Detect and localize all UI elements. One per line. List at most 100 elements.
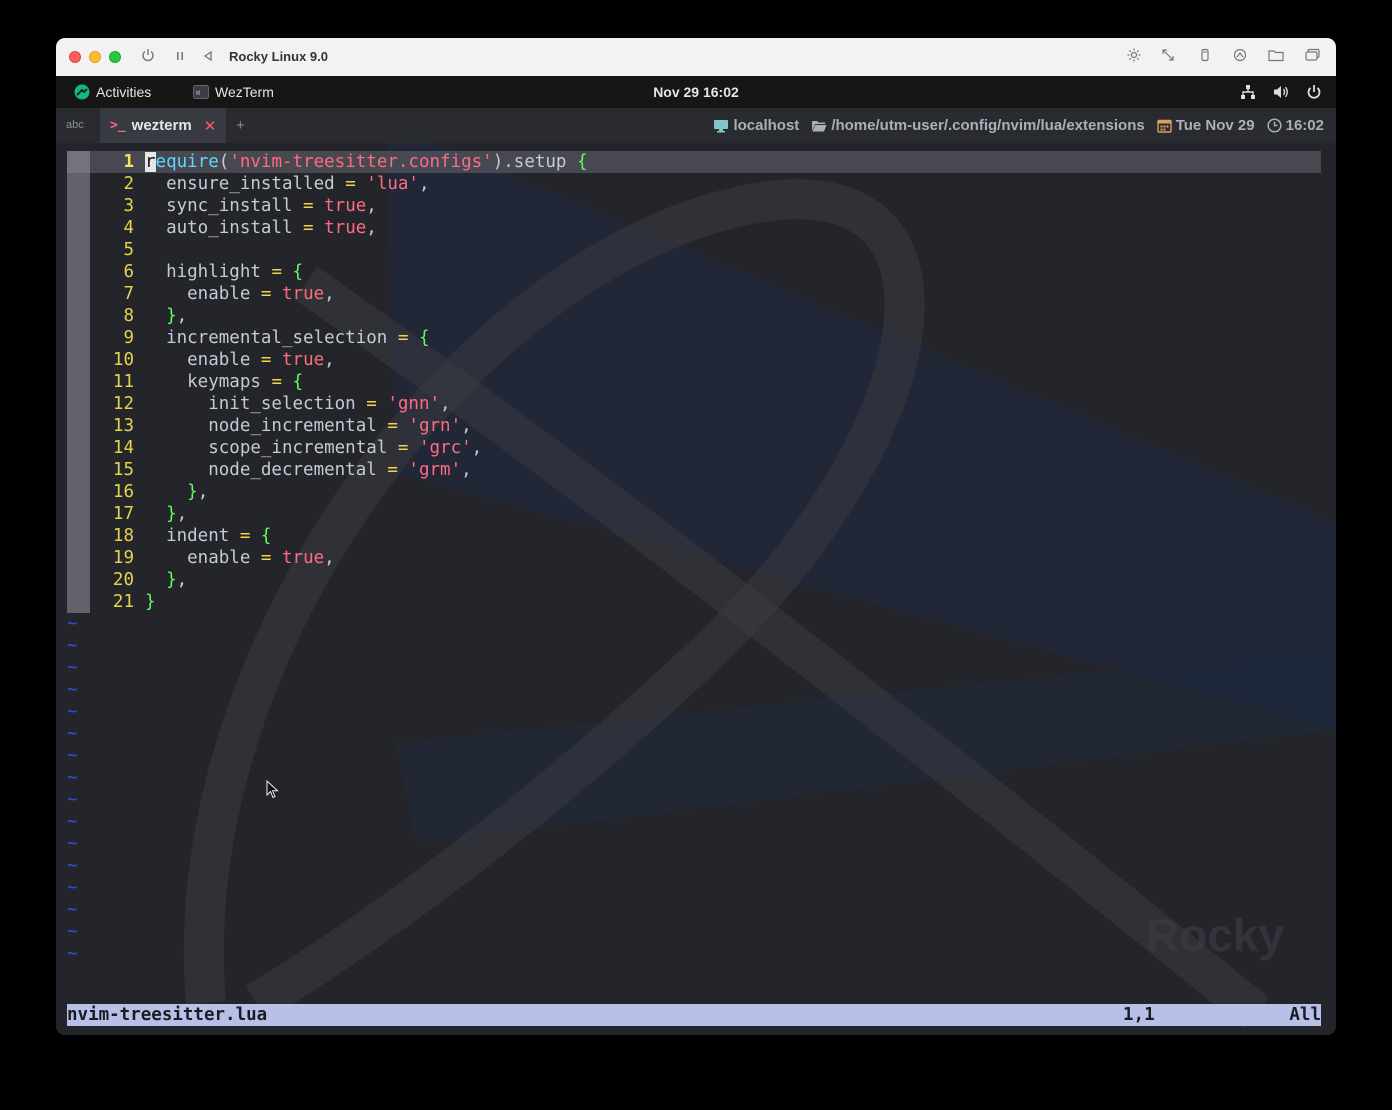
buffer-line[interactable]: 16 }, (67, 481, 1321, 503)
empty-line-marker: ~ (67, 702, 78, 722)
statusline-scroll: All (1289, 1005, 1321, 1025)
buffer-line[interactable]: 11 keymaps = { (67, 371, 1321, 393)
app-menu[interactable]: W WezTerm (193, 76, 274, 108)
line-code: }, (166, 570, 188, 590)
system-tray[interactable] (1240, 76, 1322, 108)
empty-line-marker: ~ (67, 746, 78, 766)
sign-column (67, 393, 90, 415)
sign-column (67, 569, 90, 591)
terminal-pane[interactable]: Rocky 1 require('nvim-treesitter.configs'… (56, 143, 1336, 1035)
nvim-buffer[interactable]: 1 require('nvim-treesitter.configs').setu… (67, 151, 1321, 965)
input-mode-indicator: abc (66, 119, 84, 131)
vm-window: Rocky Linux 9.0 Activities W WezTerm Nov… (56, 38, 1336, 1035)
line-number: 9 (123, 328, 134, 348)
sign-column (67, 349, 90, 371)
line-code: enable = true, (145, 284, 335, 304)
app-name: WezTerm (215, 84, 274, 100)
tab-close-button[interactable]: ✕ (204, 117, 217, 135)
share-icon[interactable] (1230, 47, 1250, 67)
sign-column (67, 415, 90, 437)
line-code: }, (166, 306, 188, 326)
buffer-line[interactable]: 15 node_decremental = 'grm', (67, 459, 1321, 481)
empty-line-marker: ~ (67, 834, 78, 854)
folder-icon[interactable] (1266, 47, 1286, 67)
empty-line-marker: ~ (67, 878, 78, 898)
minimize-window-button[interactable] (89, 51, 101, 63)
line-number: 18 (112, 526, 134, 546)
clock[interactable]: Nov 29 16:02 (616, 76, 776, 108)
buffer-line[interactable]: 1 require('nvim-treesitter.configs').setu… (67, 151, 1321, 173)
buffer-line[interactable]: 19 enable = true, (67, 547, 1321, 569)
empty-line-marker: ~ (67, 812, 78, 832)
activities-button[interactable]: Activities (74, 76, 151, 108)
rocky-logo-icon (74, 84, 90, 100)
sign-column (67, 459, 90, 481)
power-icon (1307, 85, 1321, 99)
sign-column (67, 195, 90, 217)
terminal-prompt-icon: >_ (110, 118, 126, 133)
new-tab-button[interactable]: + (236, 108, 245, 143)
brightness-icon[interactable] (1124, 47, 1144, 67)
line-code: ensure_installed = 'lua', (145, 174, 430, 194)
line-code: enable = true, (145, 350, 335, 370)
sign-column (67, 437, 90, 459)
buffer-line[interactable]: 4 auto_install = true, (67, 217, 1321, 239)
line-number: 7 (123, 284, 134, 304)
buffer-line[interactable]: 20 }, (67, 569, 1321, 591)
empty-line-marker: ~ (67, 680, 78, 700)
line-code: indent = { (145, 526, 272, 546)
status-time: 16:02 (1285, 117, 1324, 134)
monitor-icon (714, 119, 729, 132)
buffer-line[interactable]: 10 enable = true, (67, 349, 1321, 371)
sign-column (67, 239, 90, 261)
usb-icon[interactable] (1195, 47, 1215, 67)
buffer-line[interactable]: 14 scope_incremental = 'grc', (67, 437, 1321, 459)
sign-column (67, 217, 90, 239)
sign-column (67, 525, 90, 547)
line-code: auto_install = true, (145, 218, 377, 238)
tab-wezterm[interactable]: >_ wezterm ✕ (100, 108, 227, 143)
buffer-line[interactable]: 21} (67, 591, 1321, 613)
line-number: 17 (112, 504, 134, 524)
sign-column (67, 327, 90, 349)
back-icon[interactable] (198, 47, 218, 67)
activities-label: Activities (96, 84, 152, 100)
buffer-line[interactable]: 3 sync_install = true, (67, 195, 1321, 217)
buffer-line[interactable]: 6 highlight = { (67, 261, 1321, 283)
line-code: }, (166, 504, 188, 524)
buffer-line[interactable]: 7 enable = true, (67, 283, 1321, 305)
line-code: incremental_selection = { (145, 328, 430, 348)
empty-line-marker: ~ (67, 790, 78, 810)
line-code: node_decremental = 'grm', (145, 460, 472, 480)
line-code: } (145, 592, 156, 612)
windows-icon[interactable] (1303, 47, 1323, 67)
buffer-line[interactable]: 12 init_selection = 'gnn', (67, 393, 1321, 415)
empty-line-marker: ~ (67, 724, 78, 744)
vm-titlebar: Rocky Linux 9.0 (56, 38, 1336, 77)
buffer-line[interactable]: 13 node_incremental = 'grn', (67, 415, 1321, 437)
line-code: enable = true, (145, 548, 335, 568)
sign-column (67, 305, 90, 327)
empty-line-marker: ~ (67, 768, 78, 788)
zoom-window-button[interactable] (109, 51, 121, 63)
buffer-line[interactable]: 5 (67, 239, 1321, 261)
empty-line-marker: ~ (67, 614, 78, 634)
empty-line-marker: ~ (67, 658, 78, 678)
sign-column (67, 547, 90, 569)
wezterm-app-icon: W (193, 85, 209, 99)
pause-icon[interactable] (170, 47, 190, 67)
buffer-line[interactable]: 17 }, (67, 503, 1321, 525)
line-code: require('nvim-treesitter.configs').setup… (145, 152, 588, 172)
empty-line-marker: ~ (67, 636, 78, 656)
folder-open-icon (812, 120, 827, 131)
power-icon[interactable] (138, 47, 158, 67)
buffer-line[interactable]: 2 ensure_installed = 'lua', (67, 173, 1321, 195)
sign-column (67, 371, 90, 393)
buffer-line[interactable]: 9 incremental_selection = { (67, 327, 1321, 349)
resize-icon[interactable] (1158, 47, 1178, 67)
line-code: highlight = { (145, 262, 304, 282)
buffer-line[interactable]: 8 }, (67, 305, 1321, 327)
buffer-line[interactable]: 18 indent = { (67, 525, 1321, 547)
vm-title: Rocky Linux 9.0 (229, 49, 328, 64)
close-window-button[interactable] (69, 51, 81, 63)
